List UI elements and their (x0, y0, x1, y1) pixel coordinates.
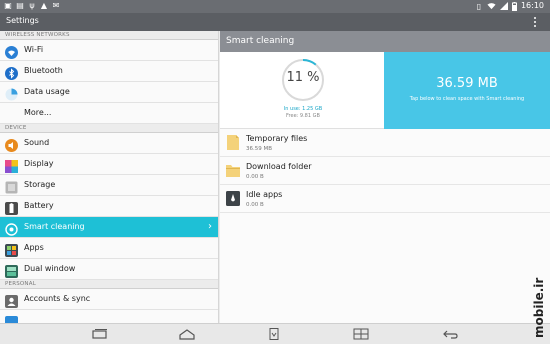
overflow-dot (534, 21, 536, 23)
mail-icon: ✉ (52, 1, 60, 10)
sidebar-item-dual-window[interactable]: Dual window (0, 259, 218, 280)
page-title: Smart cleaning (220, 31, 550, 52)
list-item-temporary-files[interactable]: Temporary files 36.59 MB (220, 129, 550, 157)
navigation-bar (0, 323, 550, 344)
smart-cleaning-panel: Smart cleaning 11 % In use: 1.25 GB Free… (220, 31, 550, 323)
recent-apps-icon[interactable] (92, 328, 108, 340)
list-item-download-folder[interactable]: Download folder 0.00 B (220, 157, 550, 185)
apps-icon (5, 242, 18, 257)
android-icon: ▲ (40, 1, 48, 10)
sidebar-item-label: Dual window (24, 264, 76, 273)
list-item-idle-apps[interactable]: Idle apps 0.00 B (220, 185, 550, 213)
sidebar-item-label: Battery (24, 201, 54, 210)
sidebar-item-display[interactable]: Display (0, 154, 218, 175)
notifications-pull-icon[interactable] (266, 328, 282, 340)
back-icon[interactable] (442, 328, 458, 340)
item-size: 0.00 B (246, 174, 264, 180)
cloud-icon (5, 314, 18, 323)
signal-icon (499, 2, 508, 10)
folder-icon (226, 163, 240, 178)
section-header-personal: PERSONAL (0, 280, 218, 289)
item-name: Download folder (246, 162, 312, 171)
sidebar-item-bluetooth[interactable]: Bluetooth (0, 61, 218, 82)
usage-percent: 11 % (286, 70, 320, 85)
section-header-wireless: WIRELESS NETWORKS (0, 31, 218, 40)
free-label: Free: 9.81 GB (286, 113, 320, 119)
overflow-menu-button[interactable] (532, 15, 538, 29)
dual-window-nav-icon[interactable] (353, 328, 369, 340)
sidebar-item-more[interactable]: More... (0, 103, 218, 124)
vibrate-icon: ▯ (476, 1, 482, 11)
item-size: 0.00 B (246, 202, 264, 208)
sidebar-item-storage[interactable]: Storage (0, 175, 218, 196)
section-header-device: DEVICE (0, 124, 218, 133)
sidebar-item-accounts-sync[interactable]: Accounts & sync (0, 289, 218, 310)
item-size: 36.59 MB (246, 146, 273, 152)
usb-icon: ψ (29, 1, 35, 10)
sidebar-item-sound[interactable]: Sound (0, 133, 218, 154)
watermark-logo: mobile.ir (532, 278, 546, 338)
sidebar-item-label: Bluetooth (24, 66, 63, 75)
battery-icon (511, 1, 517, 11)
bluetooth-icon (5, 65, 18, 80)
home-icon[interactable] (179, 328, 195, 340)
battery-icon (5, 200, 18, 215)
idle-apps-icon (226, 191, 240, 206)
clean-size: 36.59 MB (436, 76, 498, 91)
sidebar-item-label: Display (24, 159, 54, 168)
overflow-dot (534, 17, 536, 19)
sidebar-item-data-usage[interactable]: Data usage (0, 82, 218, 103)
data-usage-icon (5, 86, 18, 101)
item-name: Idle apps (246, 190, 283, 199)
wifi-icon (5, 44, 18, 59)
status-bar: ▣ ▤ ψ ▲ ✉ ▯ 16:10 (0, 0, 550, 13)
status-bar-system: ▯ 16:10 (475, 1, 544, 11)
sidebar-item-label: Wi-Fi (24, 45, 44, 54)
clean-now-panel[interactable]: 36.59 MB Tap below to clean space with S… (384, 52, 550, 129)
status-bar-notifications: ▣ ▤ ψ ▲ ✉ (4, 1, 60, 10)
action-bar: Settings (0, 13, 550, 31)
gallery-icon: ▤ (16, 1, 24, 10)
app-title: Settings (6, 16, 39, 25)
storage-icon (5, 179, 18, 194)
wifi-icon (487, 3, 496, 10)
clean-hint: Tap below to clean space with Smart clea… (409, 96, 525, 102)
sidebar-item-apps[interactable]: Apps (0, 238, 218, 259)
sidebar-item-label: Apps (24, 243, 44, 252)
sidebar-item-smart-cleaning[interactable]: Smart cleaning › (0, 217, 218, 238)
watermark-text: mobile.ir (532, 278, 546, 338)
sidebar-item-label: Data usage (24, 87, 70, 96)
sound-icon (5, 137, 18, 152)
sidebar-item-label: Accounts & sync (24, 294, 91, 303)
settings-list[interactable]: WIRELESS NETWORKS Wi-Fi Bluetooth Data u… (0, 31, 219, 323)
clock: 16:10 (520, 1, 544, 10)
chevron-right-icon: › (208, 221, 212, 232)
dual-window-icon (5, 263, 18, 278)
sidebar-item-label: Storage (24, 180, 56, 189)
item-name: Temporary files (246, 134, 308, 143)
sidebar-item-wifi[interactable]: Wi-Fi (0, 40, 218, 61)
display-icon (5, 158, 18, 173)
sidebar-item-label: Sound (24, 138, 50, 147)
sidebar-item-cloud[interactable] (0, 310, 218, 323)
storage-summary: 11 % In use: 1.25 GB Free: 9.81 GB 36.59… (220, 52, 550, 129)
overflow-dot (534, 25, 536, 27)
temporary-files-icon (226, 135, 240, 150)
smart-cleaning-icon (5, 221, 18, 236)
sidebar-item-label: Smart cleaning (24, 222, 85, 231)
accounts-sync-icon (5, 293, 18, 308)
notification-icon: ▣ (4, 1, 12, 10)
sidebar-item-battery[interactable]: Battery (0, 196, 218, 217)
in-use-label: In use: 1.25 GB (283, 106, 323, 112)
sidebar-item-label: More... (24, 108, 52, 117)
